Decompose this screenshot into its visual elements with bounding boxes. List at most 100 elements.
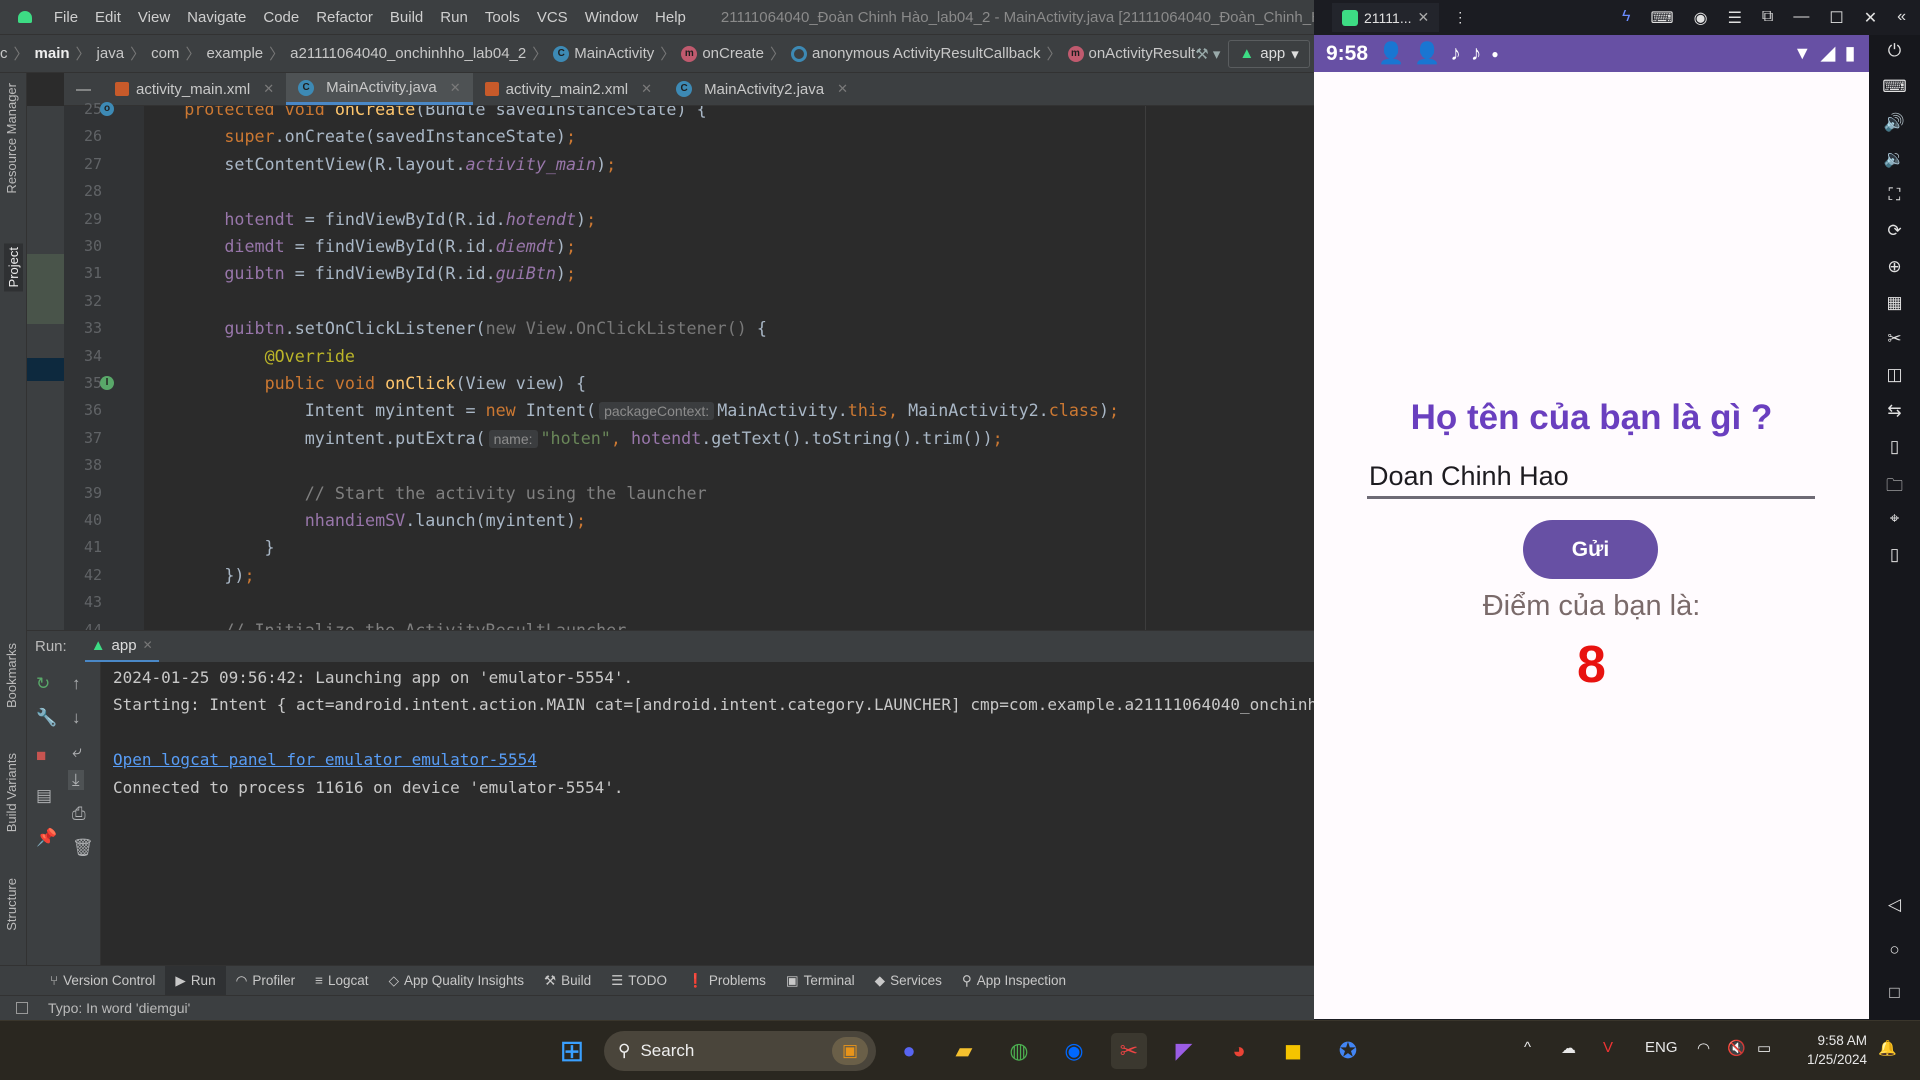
send-button[interactable]: Gửi: [1523, 520, 1658, 579]
close-tab-icon[interactable]: ✕: [450, 80, 461, 96]
language-indicator[interactable]: ENG: [1645, 1039, 1678, 1056]
rerun-icon[interactable]: ↻: [36, 674, 50, 694]
power-icon[interactable]: ⏻: [1869, 41, 1920, 61]
apk-icon[interactable]: ▦: [1869, 293, 1920, 313]
tool-tab-app-quality-insights[interactable]: ◇ App Quality Insights: [379, 966, 534, 996]
onedrive-icon[interactable]: ☁: [1561, 1039, 1576, 1057]
discord-icon[interactable]: ●: [891, 1033, 927, 1069]
vibrate-icon[interactable]: ▯: [1869, 545, 1920, 565]
scroll-up-icon[interactable]: ↑: [72, 674, 81, 694]
menu-navigate[interactable]: Navigate: [187, 9, 246, 26]
close-tab-icon[interactable]: ✕: [641, 81, 652, 97]
lightning-icon[interactable]: ϟ: [1622, 8, 1630, 28]
run-console[interactable]: 2024-01-25 09:56:42: Launching app on 'e…: [101, 662, 1314, 965]
shake-icon[interactable]: ▯: [1869, 437, 1920, 457]
breadcrumb-item[interactable]: 〉 C MainActivity: [526, 43, 654, 64]
override-marker-icon[interactable]: o: [100, 102, 114, 116]
windows-start-icon[interactable]: ⊞: [554, 1033, 590, 1069]
android-studio-icon[interactable]: ✪: [1330, 1033, 1366, 1069]
screenshot-icon[interactable]: ⛶: [1869, 185, 1920, 205]
more-icon[interactable]: ⋮: [1453, 9, 1467, 26]
clock[interactable]: 9:58 AM 1/25/2024: [1795, 1031, 1867, 1069]
tool-window-build-variants[interactable]: Build Variants: [4, 753, 19, 832]
tool-window-project[interactable]: Project: [4, 243, 23, 292]
menu-code[interactable]: Code: [263, 9, 299, 26]
breadcrumb-item[interactable]: 〉 main: [8, 43, 70, 64]
implements-marker-icon[interactable]: I: [100, 376, 114, 390]
scroll-to-end-icon[interactable]: ⤓: [68, 770, 84, 790]
emulator-tab[interactable]: 21111... ✕: [1332, 3, 1440, 32]
notification-bell-icon[interactable]: 🔔: [1878, 1039, 1897, 1057]
wrench-icon[interactable]: 🔧: [36, 708, 57, 728]
menu-vcs[interactable]: VCS: [537, 9, 568, 26]
name-input[interactable]: Doan Chinh Hao: [1367, 453, 1815, 499]
tool-tab-terminal[interactable]: ▣ Terminal: [776, 966, 865, 996]
tool-tab-profiler[interactable]: ◠ Profiler: [226, 966, 306, 996]
close-icon[interactable]: ✕: [1417, 9, 1429, 26]
code-editor[interactable]: protected void onCreate(Bundle savedInst…: [144, 106, 1314, 630]
browser-icon[interactable]: ◍: [1001, 1033, 1037, 1069]
breadcrumb-item[interactable]: 〉 m onCreate: [654, 43, 764, 64]
multi-window-icon[interactable]: ◫: [1869, 365, 1920, 385]
keyboard-icon[interactable]: ⌨: [1869, 77, 1920, 97]
menu-help[interactable]: Help: [655, 9, 686, 26]
tab-activity_main2-xml[interactable]: activity_main2.xml ✕: [473, 73, 664, 105]
breadcrumb-item[interactable]: 〉 example: [179, 43, 263, 64]
volume-up-icon[interactable]: 🔊: [1869, 113, 1920, 133]
tool-window-structure[interactable]: Structure: [4, 878, 19, 931]
soft-wrap-icon[interactable]: ⤶: [72, 742, 82, 762]
volume-muted-icon[interactable]: 🔇: [1727, 1039, 1746, 1057]
recents-icon[interactable]: □: [1869, 983, 1920, 1003]
breadcrumb-item[interactable]: 〉 anonymous ActivityResultCallback: [764, 43, 1040, 64]
visual-studio-icon[interactable]: ◤: [1166, 1033, 1202, 1069]
chrome-icon[interactable]: ◕: [1221, 1033, 1257, 1069]
pin-icon[interactable]: 📌: [36, 828, 57, 848]
tool-tab-run[interactable]: ▶ Run: [165, 965, 226, 996]
back-icon[interactable]: ◁: [1869, 895, 1920, 915]
snipping-tool-icon[interactable]: ✂: [1111, 1033, 1147, 1069]
battery-icon[interactable]: ▭: [1757, 1039, 1771, 1057]
file-explorer-icon[interactable]: ▰: [946, 1033, 982, 1069]
breadcrumb-item[interactable]: c: [0, 45, 8, 62]
home-icon[interactable]: ○: [1869, 940, 1920, 960]
tool-tab-version-control[interactable]: ⑂ Version Control: [40, 966, 165, 996]
tab-activity_main-xml[interactable]: activity_main.xml ✕: [103, 73, 286, 105]
collapse-sidebar-icon[interactable]: «: [1897, 8, 1906, 28]
scroll-down-icon[interactable]: ↓: [72, 708, 81, 728]
minimize-icon[interactable]: —: [1793, 8, 1809, 28]
cut-icon[interactable]: ✂: [1869, 329, 1920, 349]
breadcrumb-item[interactable]: 〉 a21111064040_onchinhho_lab04_2: [263, 43, 526, 64]
location-icon[interactable]: ⌖: [1869, 509, 1920, 529]
app-icon[interactable]: ◼: [1275, 1033, 1311, 1069]
account-icon[interactable]: ◉: [1694, 8, 1708, 28]
volume-down-icon[interactable]: 🔉: [1869, 149, 1920, 169]
tool-tab-logcat[interactable]: ≡ Logcat: [305, 966, 378, 996]
tool-tab-app-inspection[interactable]: ⚲ App Inspection: [952, 966, 1076, 996]
tool-tab-problems[interactable]: ❗ Problems: [677, 966, 776, 996]
print-icon[interactable]: ⎙: [72, 804, 86, 824]
stop-icon[interactable]: ■: [36, 746, 46, 766]
close-tab-icon[interactable]: ✕: [837, 81, 848, 97]
wifi-icon[interactable]: ◠: [1697, 1039, 1710, 1057]
tab-mainactivity2-java[interactable]: C MainActivity2.java ✕: [664, 73, 860, 105]
close-window-icon[interactable]: ✕: [1864, 8, 1877, 28]
run-tab-app[interactable]: ▲ app ✕: [84, 631, 159, 663]
menu-file[interactable]: File: [54, 9, 78, 26]
tab-mainactivity-java[interactable]: C MainActivity.java ✕: [286, 73, 473, 105]
breadcrumb-item[interactable]: 〉 com: [124, 43, 179, 64]
tool-window-resource-manager[interactable]: Resource Manager: [4, 83, 19, 194]
menu-tools[interactable]: Tools: [485, 9, 520, 26]
menu-view[interactable]: View: [138, 9, 170, 26]
menu-build[interactable]: Build: [390, 9, 423, 26]
tool-tab-services[interactable]: ◆ Services: [865, 966, 952, 996]
show-hidden-icons[interactable]: ^: [1524, 1039, 1531, 1056]
close-icon[interactable]: ✕: [143, 638, 153, 652]
close-tab-icon[interactable]: ✕: [263, 81, 274, 97]
zalo-icon[interactable]: ◉: [1056, 1033, 1092, 1069]
breadcrumb-item[interactable]: 〉 java: [70, 43, 125, 64]
taskbar-search[interactable]: ⚲ Search ▣: [604, 1031, 876, 1071]
tool-tab-build[interactable]: ⚒ Build: [534, 966, 601, 996]
menu-refactor[interactable]: Refactor: [316, 9, 373, 26]
logcat-link[interactable]: Open logcat panel for emulator emulator-…: [113, 750, 537, 769]
maximize-icon[interactable]: ☐: [1829, 8, 1843, 28]
